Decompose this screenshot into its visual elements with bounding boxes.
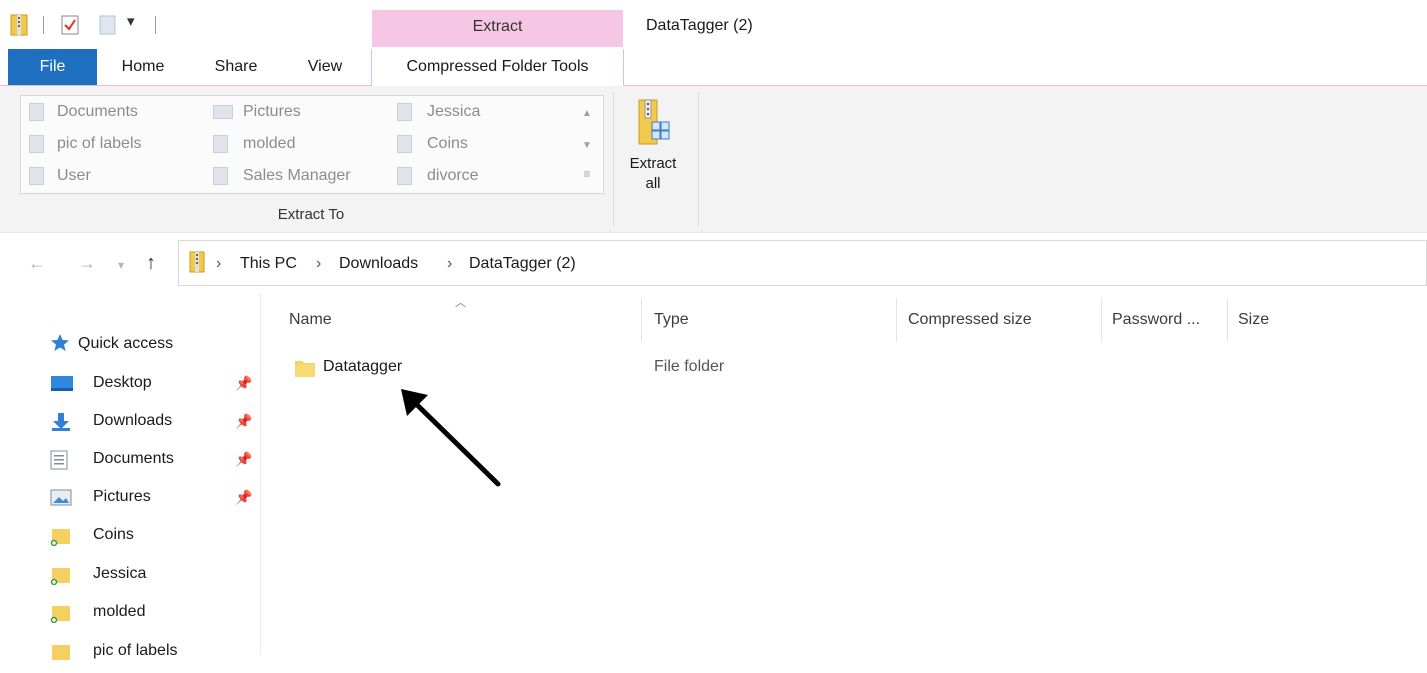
folder-icon	[29, 135, 44, 153]
gallery-expand-icon[interactable]: ≡	[578, 164, 596, 184]
breadcrumb-separator-icon: ›	[216, 255, 222, 272]
nav-label: Coins	[93, 526, 134, 543]
forward-arrow-icon[interactable]: →	[78, 253, 96, 274]
pictures-icon	[213, 105, 233, 119]
zip-folder-icon[interactable]	[10, 14, 28, 36]
file-name: Datatagger	[323, 358, 403, 375]
extract-to-group-label: Extract To	[277, 206, 345, 223]
extract-context-tab: Extract	[372, 10, 623, 47]
destination-label: User	[57, 167, 91, 184]
column-divider[interactable]	[896, 298, 897, 342]
column-header-type[interactable]: Type	[654, 311, 689, 329]
extract-to-gallery: Documents pic of labels User Pictures mo…	[20, 95, 604, 194]
pin-icon: 📌	[235, 489, 253, 505]
desktop-icon	[50, 374, 73, 392]
new-folder-icon[interactable]	[99, 14, 117, 36]
destination-label: Pictures	[243, 103, 301, 120]
zip-folder-icon	[189, 251, 205, 278]
properties-icon[interactable]	[61, 14, 79, 36]
pin-icon: 📌	[235, 451, 253, 467]
column-header-size[interactable]: Size	[1238, 311, 1269, 329]
pin-icon: 📌	[235, 413, 253, 429]
recent-locations-chevron-icon[interactable]: ▾	[118, 258, 124, 272]
column-divider[interactable]	[1227, 298, 1228, 342]
tab-share[interactable]: Share	[200, 49, 272, 85]
destination-label: molded	[243, 135, 296, 152]
pin-icon: 📌	[235, 375, 253, 391]
pictures-icon	[50, 488, 72, 506]
folder-icon	[50, 642, 70, 660]
destination-label: Jessica	[427, 103, 481, 120]
nav-label: Pictures	[93, 488, 151, 505]
gallery-scroll-down-icon[interactable]: ▼	[578, 136, 596, 156]
folder-icon	[213, 135, 228, 153]
nav-label: Quick access	[78, 335, 174, 352]
downloads-icon	[50, 412, 70, 431]
extract-context-label: Extract	[472, 18, 523, 35]
toolbar-separator	[155, 16, 156, 34]
nav-label: pic of labels	[93, 642, 178, 659]
nav-label: Jessica	[93, 565, 147, 582]
column-header-password[interactable]: Password ...	[1112, 311, 1200, 329]
destination-label: Coins	[427, 135, 468, 152]
extract-all-label: Extract all	[620, 154, 686, 194]
breadcrumb-datatagger[interactable]: DataTagger (2)	[469, 255, 576, 273]
folder-icon	[29, 167, 44, 185]
column-header-compressed-size[interactable]: Compressed size	[908, 311, 1032, 329]
breadcrumb-this-pc[interactable]: This PC	[240, 255, 297, 273]
destination-label: Documents	[57, 103, 138, 120]
folder-icon	[397, 135, 412, 153]
breadcrumb-downloads[interactable]: Downloads	[339, 255, 418, 273]
tab-home[interactable]: Home	[104, 49, 182, 85]
window-title: DataTagger (2)	[646, 17, 753, 34]
nav-label: Desktop	[93, 374, 152, 391]
star-icon	[50, 333, 72, 355]
table-row[interactable]: Datatagger File folder	[284, 354, 1424, 382]
documents-icon	[29, 103, 44, 121]
column-divider[interactable]	[641, 298, 642, 342]
folder-icon	[50, 603, 70, 624]
sort-ascending-icon: ︿	[455, 297, 466, 309]
column-divider[interactable]	[1101, 298, 1102, 342]
extract-all-icon	[637, 98, 671, 153]
folder-icon	[50, 565, 70, 586]
folder-icon	[294, 358, 316, 383]
nav-label: Documents	[93, 450, 174, 467]
up-arrow-icon[interactable]: ↑	[146, 252, 156, 275]
nav-label: molded	[93, 603, 146, 620]
breadcrumb-separator-icon: ›	[447, 255, 453, 272]
breadcrumb-separator-icon: ›	[316, 255, 322, 272]
ribbon-group-separator	[698, 92, 699, 226]
customize-toolbar-icon[interactable]: ▾	[127, 12, 135, 30]
column-header-name[interactable]: Name	[289, 311, 332, 329]
tab-compressed-folder-tools[interactable]: Compressed Folder Tools	[371, 49, 624, 86]
ribbon-group-separator	[613, 92, 614, 226]
folder-icon	[397, 167, 412, 185]
folder-icon	[213, 167, 228, 185]
gallery-scroll-up-icon[interactable]: ▲	[578, 104, 596, 124]
documents-icon	[50, 450, 70, 470]
folder-icon	[397, 103, 412, 121]
annotation-arrow-icon	[398, 386, 502, 493]
destination-label: divorce	[427, 167, 479, 184]
back-arrow-icon[interactable]: ←	[28, 253, 46, 274]
destination-label: pic of labels	[57, 135, 142, 152]
extract-all-label-line: Extract	[629, 155, 677, 172]
toolbar-separator	[43, 16, 44, 34]
extract-all-button[interactable]: Extract all	[620, 96, 686, 200]
folder-icon	[50, 526, 70, 547]
nav-label: Downloads	[93, 412, 173, 429]
tab-file[interactable]: File	[8, 49, 97, 85]
extract-all-label-line: all	[645, 175, 661, 192]
file-type: File folder	[654, 358, 725, 375]
tab-view[interactable]: View	[291, 49, 359, 85]
destination-label: Sales Manager	[243, 167, 351, 184]
